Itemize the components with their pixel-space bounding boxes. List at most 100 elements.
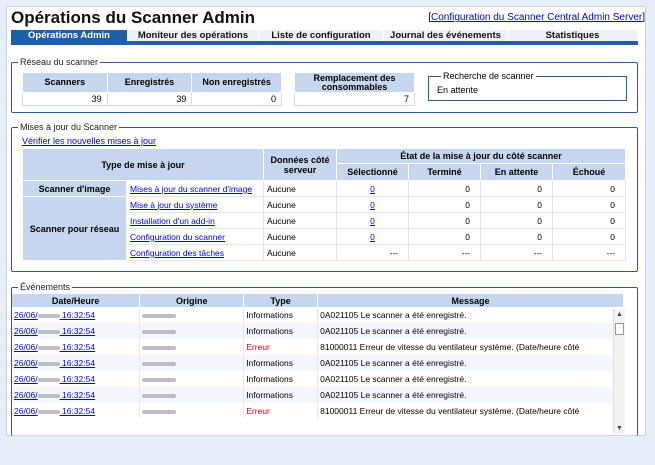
scroll-down-icon[interactable]: ▼ [616,425,623,432]
event-datetime-link[interactable]: 26/06/ 16:32:54 [14,358,95,368]
event-time[interactable]: 16:32:54 [62,342,95,352]
event-datetime-link[interactable]: 26/06/ 16:32:54 [14,342,95,352]
event-date[interactable]: 26/06/ [14,390,38,400]
tab-bar: Opérations Admin Moniteur des opérations… [11,30,638,45]
event-datetime-link[interactable]: 26/06/ 16:32:54 [14,310,95,320]
value-unregistered: 0 [191,92,282,106]
update-link[interactable]: Mise à jour du système [130,200,217,210]
event-type-cell: Informations [243,307,319,323]
update-row: Scanner pour réseau Mise à jour du systè… [22,196,626,261]
redacted-year [37,409,60,414]
event-time[interactable]: 16:32:54 [62,390,95,400]
header-type: Type [243,294,319,307]
event-row[interactable]: 26/06/ 16:32:54 Erreur 81000011 Erreur de … [12,339,624,355]
event-date[interactable]: 26/06/ [14,374,38,384]
event-date[interactable]: 26/06/ [14,342,38,352]
server-data-cell: Aucune [263,180,337,197]
event-row[interactable]: 26/06/ 16:32:54 Informations 0A021105 Le s… [12,307,624,323]
update-link[interactable]: Installation d'un add-in [130,216,215,226]
event-date[interactable]: 26/06/ [14,310,38,320]
event-message-cell: 0A021105 Le scanner a été enregistré. [317,307,624,323]
event-time[interactable]: 16:32:54 [62,358,95,368]
scroll-up-icon[interactable]: ▲ [616,311,623,318]
update-link[interactable]: Mises à jour du scanner d'image [130,184,252,194]
event-time[interactable]: 16:32:54 [62,310,95,320]
redacted-year [37,393,60,398]
event-row[interactable]: 26/06/ 16:32:54 Erreur 81000011 Erreur de … [12,403,624,419]
event-datetime-cell: 26/06/ 16:32:54 [12,323,141,339]
event-time[interactable]: 16:32:54 [62,406,95,416]
update-type-cell: Configuration des tâches [126,244,264,261]
scanner-count-table: Scanners Enregistrés Non enregistrés 39 … [22,72,282,106]
events-scrollbar[interactable]: ▲ ▼ [613,309,625,434]
server-data-cell: Aucune [263,228,337,245]
pending-cell: 0 [480,196,553,213]
group-network-scanner: Scanner pour réseau [22,196,127,261]
event-datetime-link[interactable]: 26/06/ 16:32:54 [14,406,95,416]
selected-count-link[interactable]: 0 [370,200,375,210]
event-row[interactable]: 26/06/ 16:32:54 Informations 0A021105 Le s… [12,355,624,371]
tab-admin-operations[interactable]: Opérations Admin [11,30,128,41]
event-row[interactable]: 26/06/ 16:32:54 Informations 0A021105 Le s… [12,371,624,387]
header-done: Terminé [408,163,481,181]
event-message-cell: 0A021105 Le scanner a été enregistré. [317,323,624,339]
event-date[interactable]: 26/06/ [14,406,38,416]
event-datetime-link[interactable]: 26/06/ 16:32:54 [14,326,95,336]
consumables-table: Remplacement des consommables 7 [294,72,415,106]
check-updates-link[interactable]: Vérifier les nouvelles mises à jour [22,136,156,146]
redacted-origin [142,393,177,398]
update-link[interactable]: Configuration du scanner [130,232,225,242]
header-unregistered: Non enregistrés [191,72,282,93]
header-scanners: Scanners [22,72,108,93]
event-date[interactable]: 26/06/ [14,358,38,368]
tab-event-log[interactable]: Journal des événements [384,30,508,41]
redacted-origin [142,409,177,414]
events-table: Date/Heure Origine Type Message 26/06/ 1… [12,294,624,419]
header-datetime: Date/Heure [12,294,141,307]
server-data-cell: Aucune [263,212,337,229]
event-message-cell: 0A021105 Le scanner a été enregistré. [317,387,624,403]
event-datetime-link[interactable]: 26/06/ 16:32:54 [14,374,95,384]
server-config-link[interactable]: [Configuration du Scanner Central Admin … [428,12,645,23]
selected-count-link[interactable]: 0 [370,232,375,242]
scanner-search-status: En attente [437,85,479,95]
page-title: Opérations du Scanner Admin [11,8,256,27]
redacted-year [37,313,60,318]
tab-operations-monitor[interactable]: Moniteur des opérations [128,30,259,41]
redacted-year [37,345,60,350]
update-link[interactable]: Configuration des tâches [130,248,224,258]
header-scanner-state: État de la mise à jour du côté scanner [336,148,626,164]
scanner-search-box: Recherche de scanner En attente [428,71,627,101]
header-message: Message [317,294,624,307]
event-origin-cell [139,355,245,371]
event-origin-cell [139,307,245,323]
event-date[interactable]: 26/06/ [14,326,38,336]
event-time[interactable]: 16:32:54 [62,374,95,384]
redacted-origin [142,345,177,350]
event-datetime-cell: 26/06/ 16:32:54 [12,403,141,419]
event-type-cell: Erreur [243,339,319,355]
tab-configuration-list[interactable]: Liste de configuration [259,30,384,41]
event-datetime-cell: 26/06/ 16:32:54 [12,371,141,387]
header-failed: Échoué [552,163,626,181]
selected-count-link[interactable]: 0 [370,216,375,226]
header-origin: Origine [139,294,245,307]
tab-statistics[interactable]: Statistiques [508,30,638,41]
event-datetime-link[interactable]: 26/06/ 16:32:54 [14,390,95,400]
scroll-thumb[interactable] [615,323,624,335]
event-row[interactable]: 26/06/ 16:32:54 Informations 0A021105 Le s… [12,323,624,339]
header-selected: Sélectionné [336,163,409,181]
event-origin-cell [139,403,245,419]
redacted-origin [142,313,177,318]
event-datetime-cell: 26/06/ 16:32:54 [12,387,141,403]
failed-cell: 0 [552,180,626,197]
server-config-link-text[interactable]: Configuration du Scanner Central Admin S… [431,12,642,23]
header-update-type: Type de mise à jour [22,148,264,181]
event-datetime-cell: 26/06/ 16:32:54 [12,339,141,355]
event-time[interactable]: 16:32:54 [62,326,95,336]
events-legend: Événements [20,282,71,292]
event-row[interactable]: 26/06/ 16:32:54 Informations 0A021105 Le s… [12,387,624,403]
selected-count-link[interactable]: 0 [370,184,375,194]
pending-cell: --- [480,244,553,261]
event-type-cell: Erreur [243,403,319,419]
